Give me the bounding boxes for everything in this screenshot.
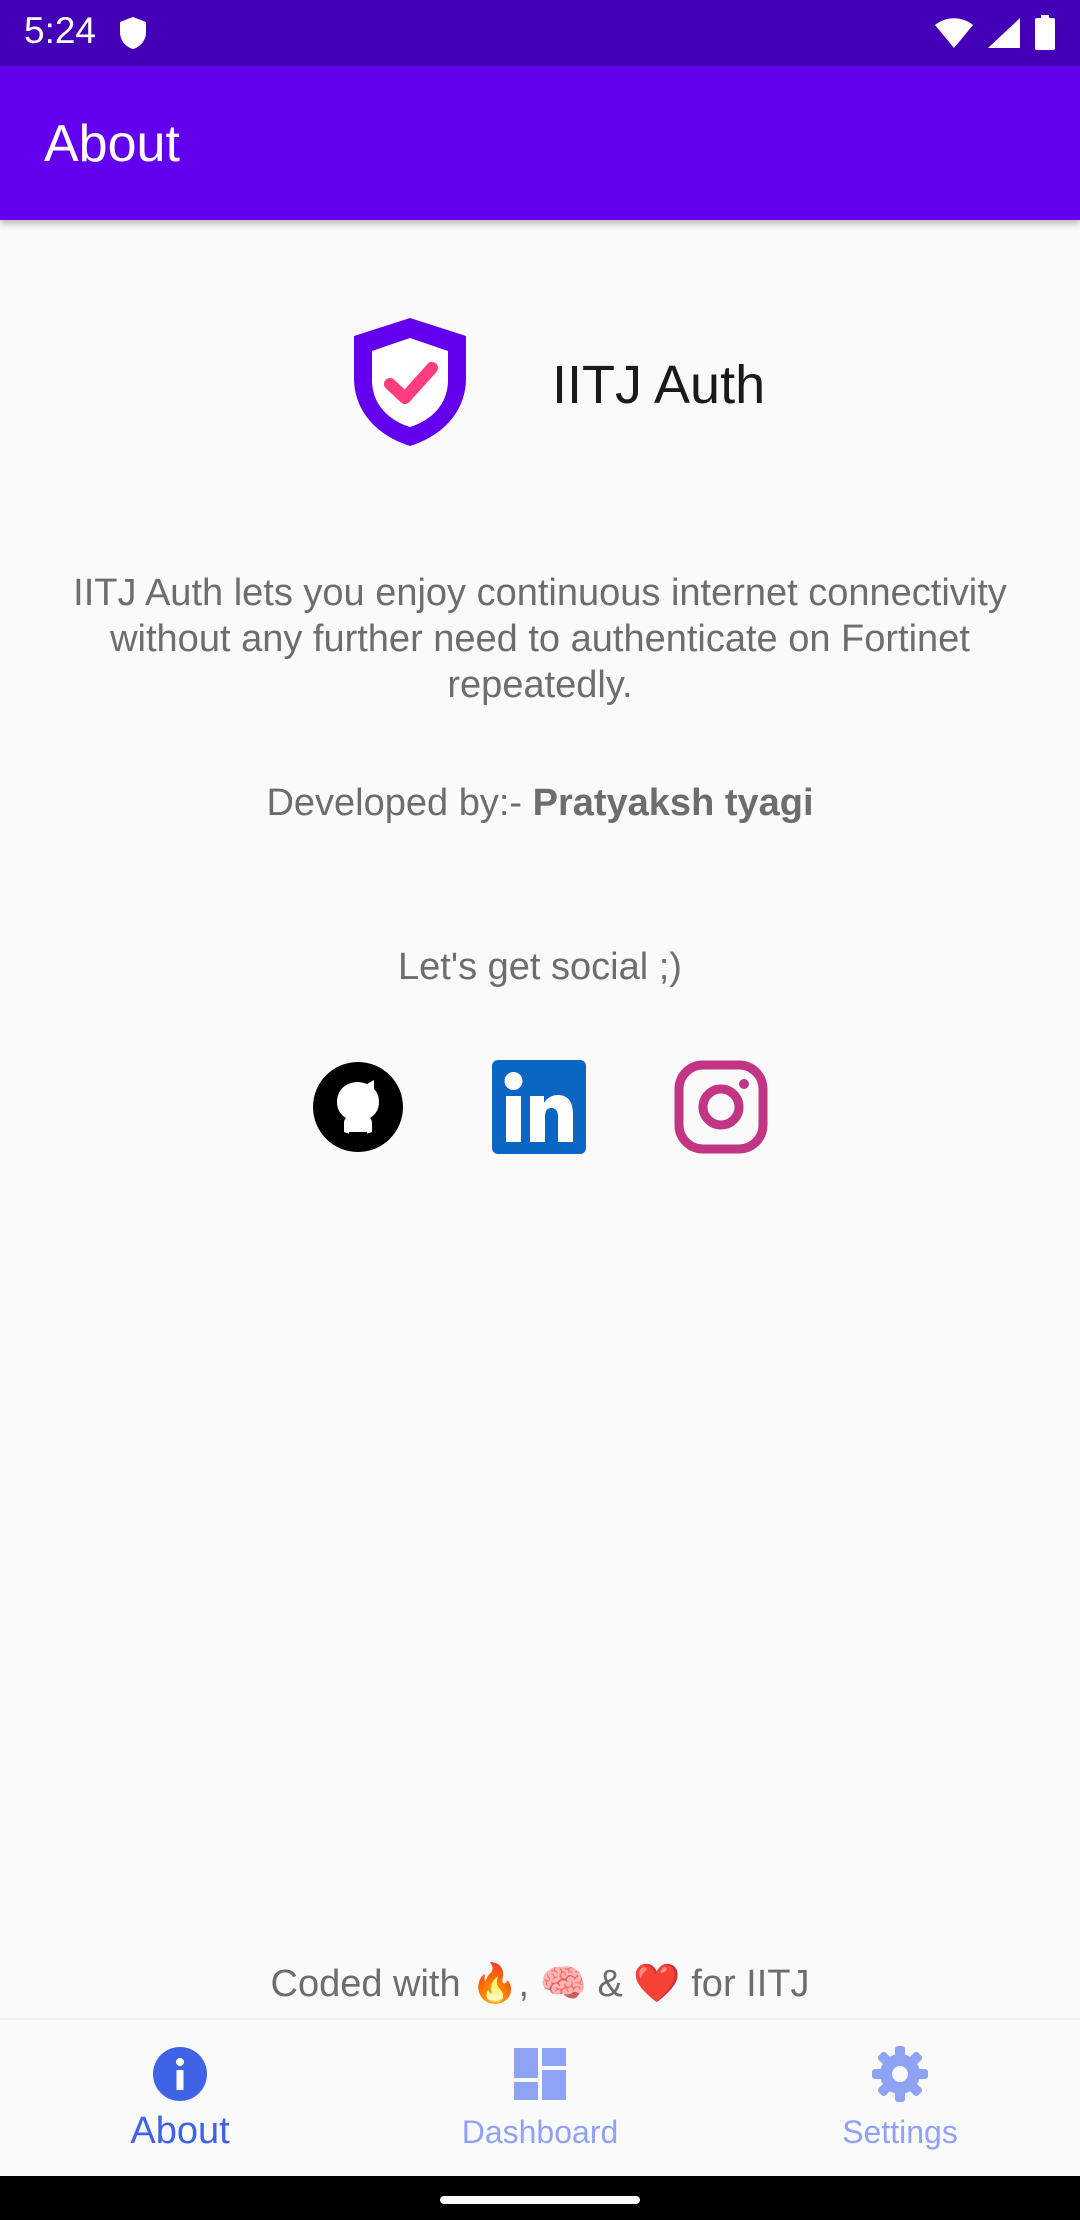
nav-label-dashboard: Dashboard — [461, 2114, 619, 2150]
gear-icon — [872, 2046, 928, 2102]
nav-item-dashboard[interactable]: Dashboard — [360, 2020, 720, 2176]
social-heading: Let's get social ;) — [398, 946, 682, 988]
app-description: IITJ Auth lets you enjoy continuous inte… — [73, 572, 1007, 706]
shield-check-icon — [354, 318, 466, 446]
battery-icon — [1035, 15, 1055, 50]
status-bar: 5:24 — [0, 0, 1080, 66]
shield-icon — [120, 17, 146, 49]
github-link[interactable] — [311, 1060, 405, 1154]
nav-item-settings[interactable]: Settings — [720, 2020, 1080, 2176]
nav-label-settings: Settings — [842, 2114, 958, 2150]
status-time: 5:24 — [24, 10, 97, 51]
footer-credit: Coded with 🔥, 🧠 & ❤️ for IITJ — [270, 1963, 810, 2005]
app-bar: About — [0, 66, 1080, 220]
nav-label-about: About — [130, 2110, 230, 2152]
wifi-icon — [935, 18, 973, 48]
signal-icon — [988, 18, 1020, 48]
instagram-link[interactable] — [674, 1060, 768, 1154]
app-name: IITJ Auth — [552, 355, 766, 415]
bottom-navigation: About Dashboard Settings — [0, 2018, 1080, 2176]
github-icon — [313, 1062, 403, 1152]
nav-item-about[interactable]: About — [0, 2020, 360, 2176]
developer-name: Pratyaksh tyagi — [532, 782, 814, 824]
linkedin-icon — [492, 1060, 586, 1154]
info-icon — [153, 2047, 207, 2101]
home-gesture-handle[interactable] — [440, 2196, 640, 2204]
status-icons — [934, 14, 1056, 52]
developer-label: Developed by:- — [266, 782, 533, 824]
system-navigation-bar — [0, 2176, 1080, 2220]
developer-credit: Developed by:- Pratyaksh tyagi — [0, 782, 1080, 825]
instagram-icon — [674, 1060, 768, 1154]
page-title: About — [44, 115, 180, 173]
dashboard-icon — [514, 2048, 566, 2100]
linkedin-link[interactable] — [492, 1060, 586, 1154]
